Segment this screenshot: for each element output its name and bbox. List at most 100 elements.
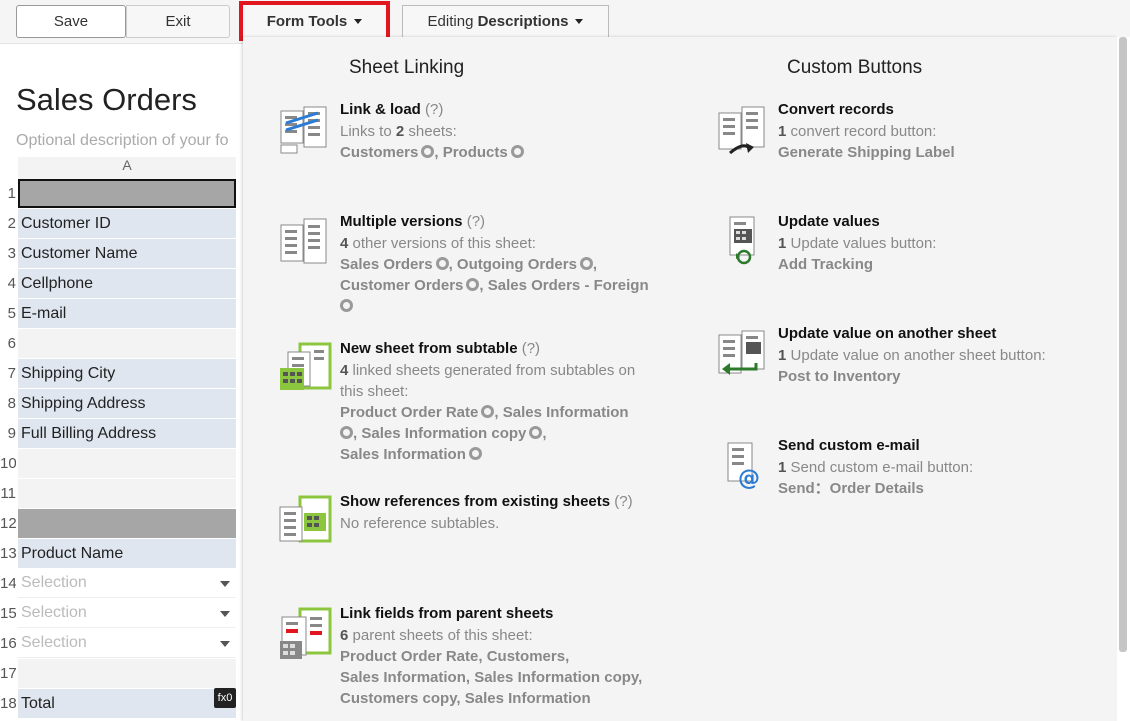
row-number[interactable]: 7 — [0, 365, 16, 382]
exit-button[interactable]: Exit — [126, 5, 230, 38]
multiple-versions-item[interactable]: Multiple versions (?) 4 other versions o… — [280, 211, 670, 317]
parent-sheet-link[interactable]: Sales Information — [465, 690, 591, 707]
sheet-cell[interactable] — [18, 479, 236, 508]
linked-sheet-link[interactable]: Products — [443, 144, 508, 161]
scrollbar-thumb[interactable] — [1119, 37, 1127, 652]
cell-label: Shipping City — [21, 364, 116, 382]
gear-icon[interactable] — [466, 278, 480, 291]
dropdown-caret-icon[interactable] — [220, 581, 230, 587]
sheet-cell[interactable] — [18, 509, 236, 538]
gear-icon[interactable] — [481, 405, 495, 418]
row-number[interactable]: 14 — [0, 575, 16, 592]
selection-field[interactable]: Selection — [18, 629, 236, 658]
parent-sheet-link[interactable]: Customers — [487, 648, 565, 665]
subtable-sheet-link[interactable]: Sales Information — [340, 446, 466, 463]
row-number[interactable]: 18 — [0, 695, 16, 712]
update-values-item[interactable]: Update values 1 Update values button: Ad… — [729, 211, 1108, 275]
parent-sheet-link[interactable]: Product Order Rate — [340, 648, 478, 665]
linked-sheet-link[interactable]: Customers — [340, 144, 418, 161]
update-values-link[interactable]: Add Tracking — [778, 256, 873, 273]
row-number[interactable]: 1 — [0, 185, 16, 202]
row-number[interactable]: 10 — [0, 455, 16, 472]
row-number[interactable]: 17 — [0, 665, 16, 682]
gear-icon[interactable] — [421, 145, 435, 158]
version-link[interactable]: Sales Orders - Foreign — [488, 277, 649, 294]
page-title[interactable]: Sales Orders — [16, 82, 197, 118]
row-number[interactable]: 9 — [0, 425, 16, 442]
send-email-link[interactable]: Send：Order Details — [778, 480, 924, 497]
link-load-item[interactable]: Link & load (?) Links to 2 sheets: Custo… — [280, 99, 670, 163]
gear-icon[interactable] — [435, 257, 449, 270]
parent-fields-item[interactable]: Link fields from parent sheets 6 parent … — [280, 603, 670, 709]
sheet-cell[interactable] — [18, 179, 236, 208]
gear-icon[interactable] — [340, 426, 353, 439]
sheet-cell[interactable]: Full Billing Address — [18, 419, 236, 448]
row-number[interactable]: 11 — [0, 485, 16, 502]
row-number[interactable]: 12 — [0, 515, 16, 532]
row-number[interactable]: 3 — [0, 245, 16, 262]
row-number[interactable]: 2 — [0, 215, 16, 232]
gear-icon[interactable] — [468, 447, 482, 460]
sheet-cell[interactable]: Product Name — [18, 539, 236, 568]
row-number[interactable]: 8 — [0, 395, 16, 412]
description-field[interactable]: Optional description of your fo — [16, 132, 229, 150]
gear-icon[interactable] — [579, 257, 593, 270]
row-number[interactable]: 4 — [0, 275, 16, 292]
help-link[interactable]: (?) — [522, 340, 540, 357]
sheet-cell[interactable]: Shipping Address — [18, 389, 236, 418]
send-email-item[interactable]: @ Send custom e-mail 1 Send custom e-mai… — [727, 435, 1108, 499]
cell-label: Product Name — [21, 544, 124, 562]
row-number[interactable]: 13 — [0, 545, 16, 562]
sheet-cell[interactable]: Customer ID — [18, 209, 236, 238]
exit-label: Exit — [165, 13, 191, 30]
help-link[interactable]: (?) — [467, 213, 485, 230]
new-sheet-from-subtable-item[interactable]: New sheet from subtable (?) 4 linked she… — [280, 338, 670, 465]
version-link[interactable]: Customer Orders — [340, 277, 463, 294]
row-number[interactable]: 5 — [0, 305, 16, 322]
subtable-count: 4 — [340, 362, 349, 379]
gear-icon[interactable] — [510, 145, 524, 158]
show-references-item[interactable]: Show references from existing sheets (?)… — [279, 491, 700, 543]
gear-icon[interactable] — [529, 426, 543, 439]
help-link[interactable]: (?) — [614, 493, 632, 510]
formula-badge[interactable]: fx0 — [214, 688, 236, 708]
convert-records-item[interactable]: Convert records 1 convert record button:… — [718, 99, 1108, 163]
caret-down-icon — [575, 19, 584, 24]
parent-sheet-link[interactable]: Sales Information — [340, 669, 466, 686]
row-number[interactable]: 6 — [0, 335, 16, 352]
update-other-link[interactable]: Post to Inventory — [778, 368, 901, 385]
sheet-cell[interactable]: Customer Name — [18, 239, 236, 268]
selection-field[interactable]: Selection — [18, 569, 236, 598]
dropdown-caret-icon[interactable] — [220, 611, 230, 617]
row-number[interactable]: 15 — [0, 605, 16, 622]
subtable-sheet-link[interactable]: Sales Information — [503, 404, 629, 421]
parent-count: 6 — [340, 627, 349, 644]
selection-field[interactable]: Selection — [18, 599, 236, 628]
sheet-cell[interactable]: Total — [18, 689, 236, 718]
sheet-cell[interactable] — [18, 659, 236, 688]
column-header-a[interactable]: A — [18, 157, 236, 179]
gear-icon[interactable] — [340, 299, 353, 312]
help-link[interactable]: (?) — [425, 101, 443, 118]
update-other-sheet-item[interactable]: Update value on another sheet 1 Update v… — [718, 323, 1108, 387]
form-tools-menu-button[interactable]: Form Tools — [239, 1, 390, 41]
sheet-cell[interactable] — [18, 329, 236, 358]
update-other-count: 1 — [778, 347, 787, 364]
sheet-cell[interactable] — [18, 449, 236, 478]
editing-mode-dropdown[interactable]: Editing Descriptions — [402, 5, 609, 38]
sheet-cell[interactable]: Cellphone — [18, 269, 236, 298]
row-number[interactable]: 16 — [0, 635, 16, 652]
version-link[interactable]: Outgoing Orders — [457, 256, 577, 273]
cell-label: Total — [21, 694, 55, 712]
subtable-sheet-link[interactable]: Product Order Rate — [340, 404, 478, 421]
version-link[interactable]: Sales Orders — [340, 256, 433, 273]
parent-sheet-link[interactable]: Customers copy — [340, 690, 456, 707]
save-button[interactable]: Save — [16, 5, 126, 38]
send-email-count: 1 — [778, 459, 787, 476]
sheet-cell[interactable]: Shipping City — [18, 359, 236, 388]
parent-sheet-link[interactable]: Sales Information copy — [474, 669, 638, 686]
subtable-sheet-link[interactable]: Sales Information copy — [361, 425, 526, 442]
dropdown-caret-icon[interactable] — [220, 641, 230, 647]
sheet-cell[interactable]: E-mail — [18, 299, 236, 328]
convert-button-link[interactable]: Generate Shipping Label — [778, 144, 955, 161]
